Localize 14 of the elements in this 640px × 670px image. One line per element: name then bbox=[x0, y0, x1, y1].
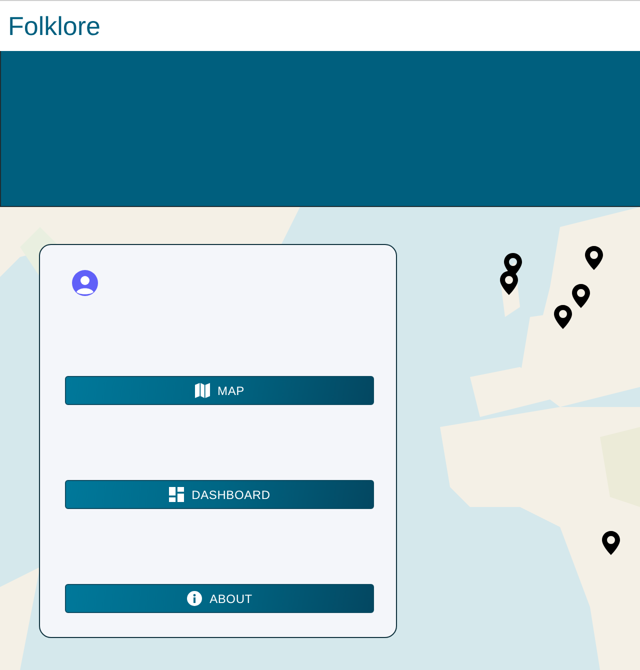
avatar-icon[interactable] bbox=[72, 270, 98, 296]
map-icon bbox=[194, 383, 210, 398]
menu-button[interactable]: ABOUT bbox=[65, 584, 374, 613]
map-pin-icon[interactable] bbox=[602, 531, 620, 555]
menu-button[interactable]: MAP bbox=[65, 376, 374, 405]
app-title: Folklore bbox=[8, 10, 100, 42]
map-pin-icon[interactable] bbox=[585, 246, 603, 270]
map-pin-icon[interactable] bbox=[572, 284, 590, 308]
info-icon bbox=[186, 591, 202, 606]
map-pin-icon[interactable] bbox=[554, 305, 572, 329]
map-pin-icon[interactable] bbox=[504, 253, 522, 277]
map-pin-icon[interactable] bbox=[500, 271, 518, 295]
menu-button[interactable]: DASHBOARD bbox=[65, 480, 374, 509]
dashboard-icon bbox=[168, 487, 184, 502]
